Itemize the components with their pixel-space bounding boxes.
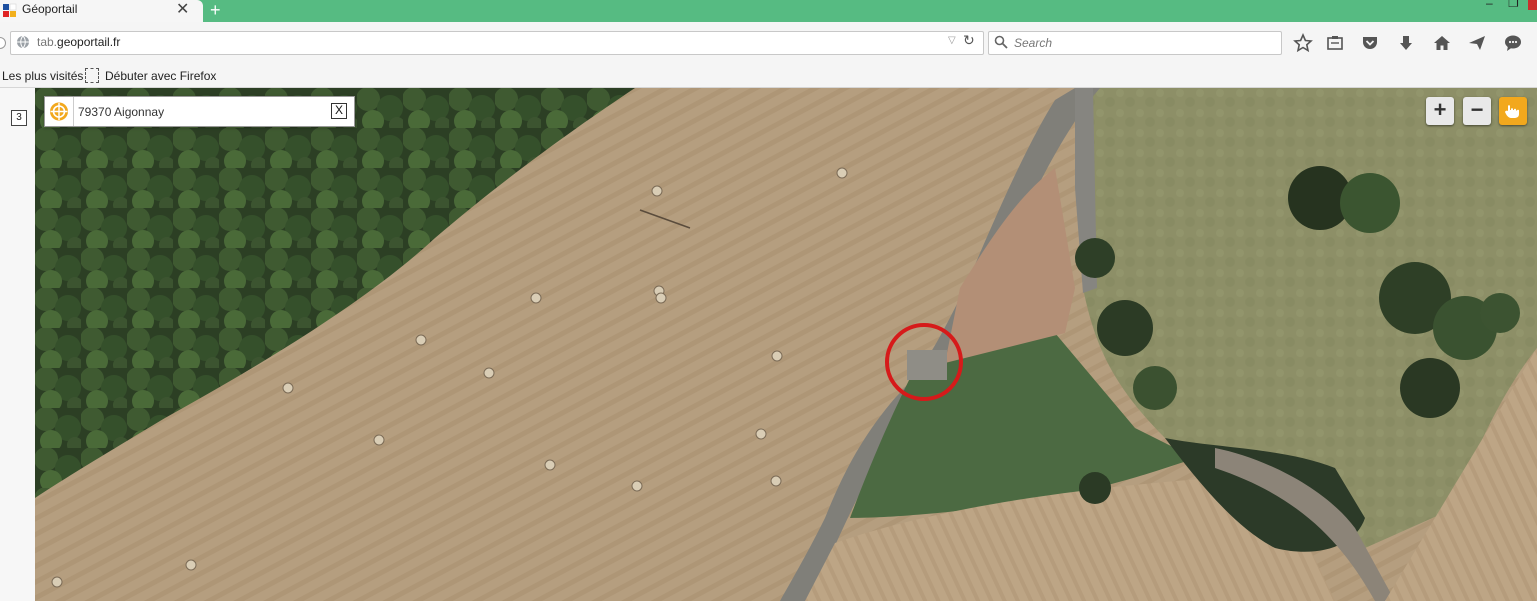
reading-list-icon[interactable] [1325, 33, 1345, 53]
page-icon [85, 68, 99, 83]
tab-strip: Géoportail ✕ + – ❐ [0, 0, 1537, 22]
url-text: tab.geoportail.fr [37, 35, 120, 49]
new-tab-button[interactable]: + [210, 0, 221, 21]
tab-geoportail[interactable]: Géoportail ✕ [0, 0, 203, 22]
aerial-map[interactable] [35, 88, 1537, 601]
tab-close-icon[interactable]: ✕ [176, 0, 189, 20]
restore-button[interactable]: ❐ [1508, 0, 1519, 10]
star-icon[interactable] [1293, 33, 1313, 53]
layer-count-badge[interactable]: 3 [11, 110, 27, 126]
geoportail-favicon-icon [3, 3, 17, 17]
reload-icon[interactable]: ↻ [963, 32, 975, 49]
chat-icon[interactable] [1503, 33, 1523, 53]
locate-button[interactable] [45, 97, 74, 126]
map-search-box[interactable]: 79370 Aigonnay X [44, 96, 355, 127]
back-button[interactable] [0, 37, 6, 49]
search-bar[interactable]: Search [988, 31, 1282, 55]
aerial-imagery [35, 88, 1537, 601]
locate-icon [50, 102, 68, 121]
url-domain: geoportail.fr [57, 35, 121, 49]
close-window-button[interactable] [1528, 0, 1537, 10]
url-prefix: tab. [37, 35, 58, 49]
dropdown-icon[interactable]: ▽ [948, 35, 956, 46]
send-icon[interactable] [1467, 33, 1487, 53]
download-icon[interactable] [1396, 33, 1416, 53]
minimize-button[interactable]: – [1486, 0, 1493, 10]
pan-hand-button[interactable] [1499, 97, 1527, 125]
bookmark-getting-started[interactable]: Débuter avec Firefox [105, 69, 216, 83]
home-icon[interactable] [1432, 33, 1452, 53]
layer-panel: 3 [0, 88, 36, 601]
search-placeholder: Search [1014, 36, 1053, 50]
tab-title: Géoportail [22, 2, 78, 16]
search-icon [994, 35, 1008, 49]
pan-hand-icon [1505, 105, 1519, 118]
bookmark-most-visited[interactable]: Les plus visités [2, 69, 83, 83]
bookmarks-toolbar: Les plus visités Débuter avec Firefox [0, 64, 1537, 88]
navigation-toolbar: tab.geoportail.fr ▽ ↻ Search [0, 22, 1537, 64]
globe-icon [17, 35, 29, 49]
clear-search-button[interactable]: X [331, 103, 347, 119]
pocket-icon[interactable] [1360, 33, 1380, 53]
zoom-out-button[interactable]: − [1463, 97, 1491, 125]
map-search-input[interactable]: 79370 Aigonnay [78, 105, 164, 119]
zoom-in-button[interactable]: + [1426, 97, 1454, 125]
url-bar[interactable]: tab.geoportail.fr ▽ ↻ [10, 31, 984, 55]
